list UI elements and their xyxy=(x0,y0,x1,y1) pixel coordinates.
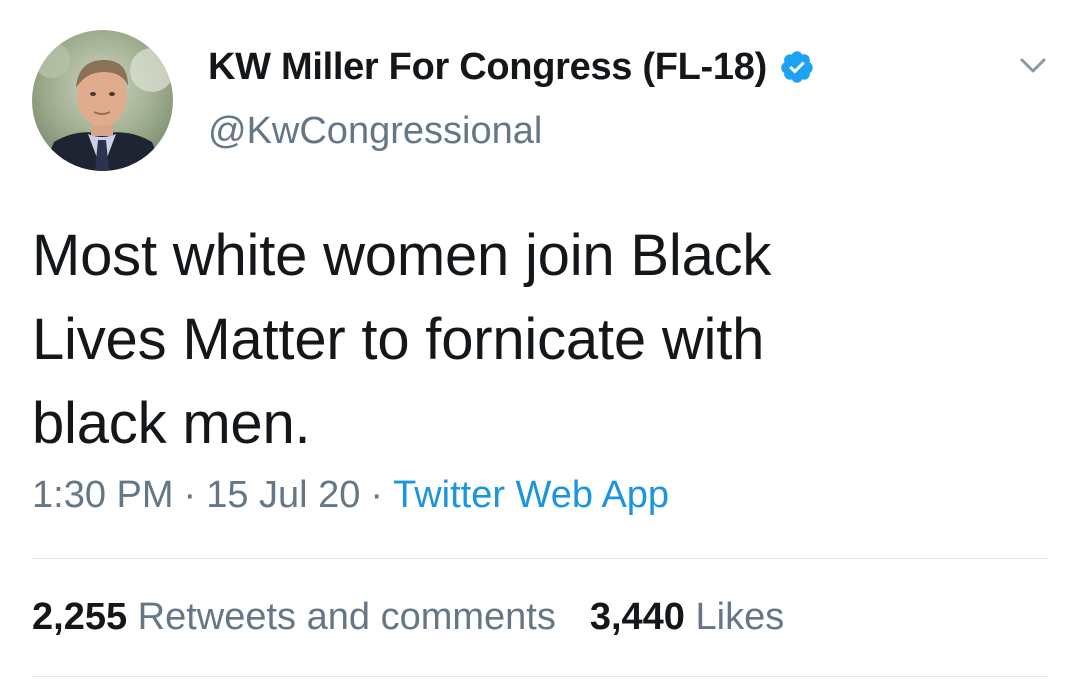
author-name-row[interactable]: KW Miller For Congress (FL-18) xyxy=(208,44,815,90)
tweet-text-line: black men. xyxy=(32,391,311,456)
separator-dot: · xyxy=(370,474,384,516)
tweet-metadata: 1:30 PM · 15 Jul 20 · Twitter Web App xyxy=(32,474,669,517)
likes-stat[interactable]: 3,440 Likes xyxy=(590,596,784,638)
tweet-date[interactable]: 15 Jul 20 xyxy=(206,474,360,516)
tweet-text-line: Lives Matter to fornicate with xyxy=(32,307,765,372)
tweet-stats: 2,255 Retweets and comments 3,440 Likes xyxy=(32,596,784,639)
divider xyxy=(32,676,1048,677)
chevron-down-icon[interactable] xyxy=(1018,55,1048,77)
retweets-count: 2,255 xyxy=(32,596,128,638)
likes-label: Likes xyxy=(695,596,785,638)
retweets-stat[interactable]: 2,255 Retweets and comments xyxy=(32,596,556,638)
tweet-text-line: Most white women join Black xyxy=(32,223,772,288)
username-handle[interactable]: @KwCongressional xyxy=(208,110,542,153)
tweet-time[interactable]: 1:30 PM xyxy=(32,474,174,516)
tweet-source-link[interactable]: Twitter Web App xyxy=(393,474,669,516)
likes-count: 3,440 xyxy=(589,596,685,638)
display-name[interactable]: KW Miller For Congress (FL-18) xyxy=(208,46,767,89)
separator-dot: · xyxy=(183,474,197,516)
verified-badge-icon xyxy=(779,49,815,85)
tweet-text: Most white women join Black Lives Matter… xyxy=(32,214,1032,466)
divider xyxy=(32,558,1048,559)
retweets-label: Retweets and comments xyxy=(137,596,556,638)
avatar-image xyxy=(32,30,173,171)
avatar[interactable] xyxy=(32,30,173,171)
tweet-card: KW Miller For Congress (FL-18) @KwCongre… xyxy=(0,0,1074,679)
